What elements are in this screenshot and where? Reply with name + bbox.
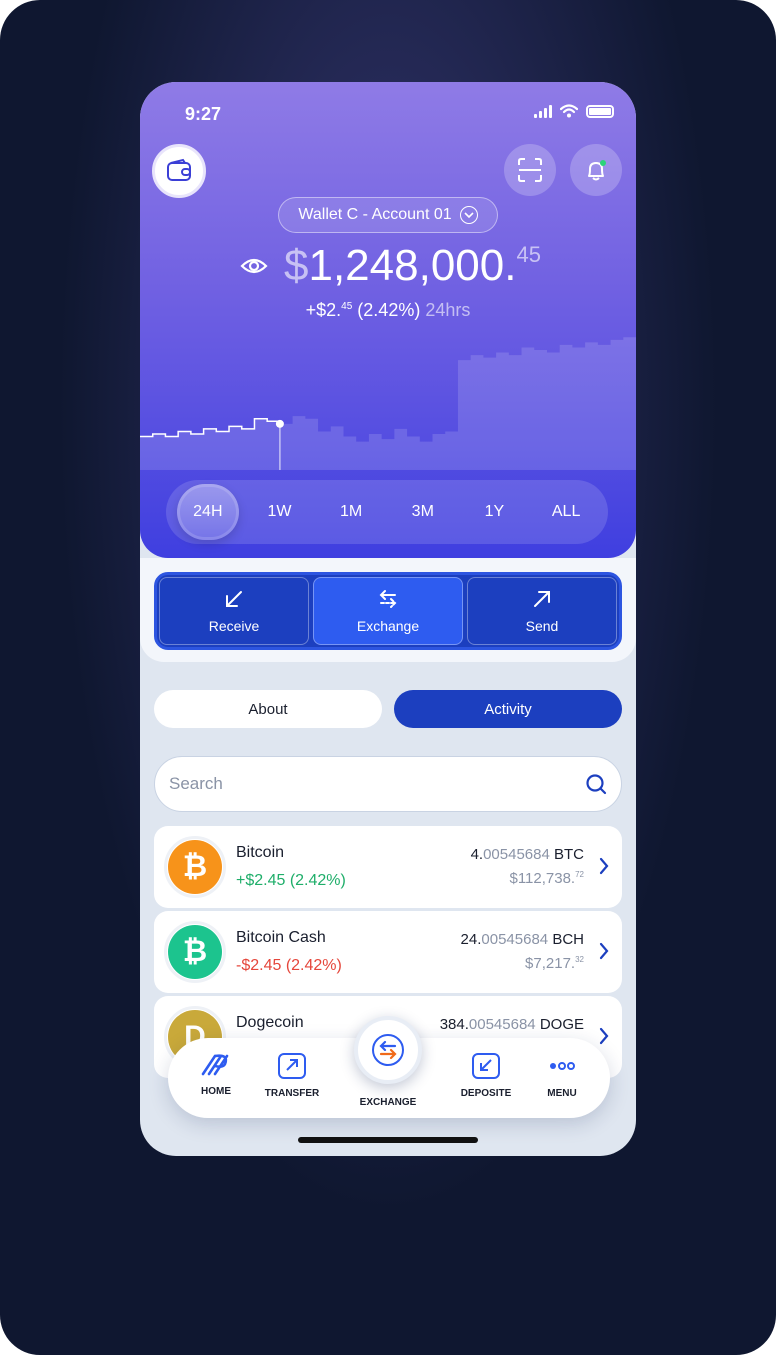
nav-menu-label: MENU (547, 1088, 577, 1099)
coin-amount: 24.00545684 BCH (461, 931, 584, 948)
account-selector[interactable]: Wallet C - Account 01 (278, 197, 498, 233)
coin-usd-value: $112,738.72 (509, 870, 584, 887)
balance-amount: 1,248,000. (308, 241, 517, 290)
transfer-icon (278, 1053, 306, 1079)
time-range-selector: 24H 1W 1M 3M 1Y ALL (166, 480, 608, 544)
coin-symbol: BCH (552, 931, 584, 948)
coin-logo: ₿ (164, 921, 226, 983)
status-icons (534, 104, 614, 118)
coin-amount-int: 384. (439, 1016, 469, 1033)
chevron-right-icon (599, 1027, 609, 1045)
deposit-icon (472, 1053, 500, 1079)
coin-row[interactable]: ₿ Bitcoin Cash -$2.45 (2.42%) 24.00545684 B… (154, 911, 622, 993)
search-icon[interactable] (585, 773, 607, 795)
search-input[interactable] (169, 774, 585, 794)
coin-symbol: DOGE (539, 1016, 584, 1033)
signal-icon (534, 104, 552, 118)
coin-change: -$2.45 (2.42%) (236, 957, 342, 974)
coin-amount-int: 24. (460, 931, 482, 948)
chevron-right-icon (599, 942, 609, 960)
coin-amount-int: 4. (470, 846, 484, 863)
phone-screen: 9:27 Wallet C - Account 01 $ 1,248,000. … (140, 82, 636, 1156)
coin-symbol: BTC (554, 846, 584, 863)
status-time: 9:27 (185, 104, 222, 124)
exchange-label: Exchange (356, 618, 420, 634)
coin-usd-cents: 72 (575, 870, 584, 879)
nav-transfer-label: TRANSFER (264, 1088, 320, 1099)
nav-menu[interactable]: MENU (522, 1052, 602, 1099)
coin-name: Bitcoin (236, 844, 285, 861)
coin-logo-icon: ₿ (168, 840, 222, 894)
tab-activity[interactable]: Activity (394, 690, 622, 728)
wifi-icon (560, 104, 578, 118)
tabs: About Activity (154, 690, 622, 728)
coin-amount-frac: 00545684 (481, 931, 549, 948)
coin-usd-value: $7,217.32 (525, 955, 584, 972)
nav-deposite[interactable]: DEPOSITE (446, 1052, 526, 1099)
nav-deposite-label: DEPOSITE (460, 1088, 512, 1099)
action-buttons: Receive Exchange Send (154, 572, 622, 650)
nav-home-label: HOME (201, 1086, 231, 1097)
wallet-icon (167, 158, 191, 181)
range-3m[interactable]: 3M (392, 484, 454, 540)
receive-label: Receive (208, 618, 260, 634)
send-label: Send (525, 618, 559, 634)
scan-button[interactable] (504, 144, 556, 196)
balance-currency: $ (284, 241, 309, 290)
scan-icon (518, 158, 542, 182)
range-1y[interactable]: 1Y (463, 484, 525, 540)
nav-transfer[interactable]: TRANSFER (252, 1052, 332, 1099)
balance: $ 1,248,000. 45 (240, 238, 541, 294)
coin-usd-amount: 7,217. (533, 955, 576, 972)
wallet-header: 9:27 Wallet C - Account 01 $ 1,248,000. … (140, 82, 636, 558)
nav-exchange-button[interactable] (354, 1016, 422, 1084)
coin-change: +$2.45 (2.42%) (236, 872, 346, 889)
coin-amount: 384.00545684 DOGE (440, 1016, 584, 1033)
coin-amount: 4.00545684 BTC (471, 846, 584, 863)
home-indicator (298, 1137, 478, 1143)
balance-chart[interactable] (140, 310, 636, 470)
home-logo-icon (201, 1054, 229, 1076)
coin-usd-amount: 112,738. (517, 870, 576, 887)
account-label: Wallet C - Account 01 (298, 206, 452, 223)
chart-highlight-point[interactable] (275, 419, 284, 428)
chart-area (140, 334, 636, 470)
arrow-down-left-icon (226, 591, 242, 607)
exchange-button[interactable]: Exchange (313, 577, 463, 645)
coin-usd-cents: 32 (575, 955, 584, 964)
search-bar (154, 756, 622, 812)
nav-exchange-label: EXCHANGE (359, 1097, 417, 1108)
battery-icon (586, 104, 614, 118)
coin-name: Bitcoin Cash (236, 929, 326, 946)
coin-amount-frac: 00545684 (468, 1016, 536, 1033)
chevron-down-icon (459, 206, 478, 224)
balance-cents: 45 (516, 242, 541, 267)
range-24h[interactable]: 24H (176, 484, 239, 540)
chevron-right-icon (599, 857, 609, 875)
coin-row[interactable]: ₿ Bitcoin +$2.45 (2.42%) 4.00545684 BTC $112… (154, 826, 622, 908)
exchange-icon (372, 1034, 404, 1066)
coin-logo: ₿ (164, 836, 226, 898)
menu-dots-icon (550, 1062, 575, 1070)
tab-about[interactable]: About (154, 690, 382, 728)
coin-name: Dogecoin (236, 1014, 304, 1031)
coin-amount-frac: 00545684 (483, 846, 550, 863)
nav-home[interactable]: HOME (176, 1052, 256, 1097)
notifications-button[interactable] (570, 144, 622, 196)
coin-usd-sign: $ (509, 870, 518, 887)
range-all[interactable]: ALL (535, 484, 597, 540)
eye-icon[interactable] (240, 256, 268, 276)
coin-logo-icon: ₿ (168, 925, 222, 979)
range-1m[interactable]: 1M (320, 484, 382, 540)
wallet-button[interactable] (152, 144, 206, 198)
send-button[interactable]: Send (467, 577, 617, 645)
bell-icon (588, 160, 606, 181)
swap-arrows-icon (379, 590, 397, 608)
range-1w[interactable]: 1W (248, 484, 310, 540)
receive-button[interactable]: Receive (159, 577, 309, 645)
arrow-up-right-icon (534, 591, 550, 607)
